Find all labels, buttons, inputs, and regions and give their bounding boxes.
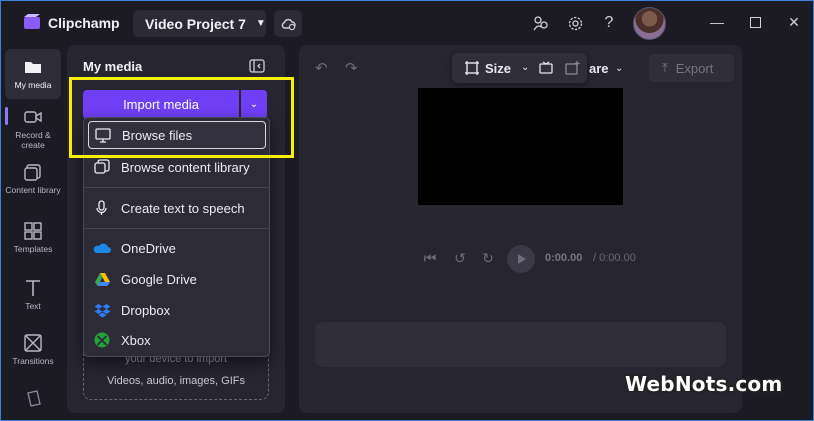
app-window: Clipchamp Video Project 7 ▼ ? — ✕ My med… — [0, 0, 814, 421]
chevron-down-icon: ⌄ — [615, 63, 624, 74]
clipchamp-logo-icon — [24, 14, 40, 29]
rewind-5-icon[interactable]: ↺ — [451, 249, 469, 267]
total-time: / 0:00.00 — [593, 252, 636, 264]
transitions-icon — [24, 334, 42, 352]
nav-item-content-library[interactable]: Content library — [5, 162, 61, 206]
menu-item-google-drive[interactable]: Google Drive — [88, 265, 266, 293]
import-media-label: Import media — [123, 97, 199, 112]
project-name-button[interactable]: Video Project 7 ▼ — [133, 10, 266, 37]
close-icon[interactable]: ✕ — [784, 12, 804, 32]
menu-divider — [84, 187, 269, 188]
menu-item-label: Create text to speech — [121, 200, 245, 216]
menu-item-browse-content-library[interactable]: Browse content library — [88, 153, 266, 181]
cloud-sync-button[interactable] — [274, 10, 302, 37]
xbox-icon — [93, 331, 111, 349]
crop-resize-icon[interactable] — [464, 60, 480, 76]
avatar[interactable] — [633, 7, 666, 40]
help-icon[interactable]: ? — [599, 13, 619, 33]
library-icon — [24, 164, 41, 181]
collapse-panel-icon[interactable] — [249, 59, 265, 73]
left-navigation: My media Record & create Content library… — [1, 45, 65, 421]
playback-controls: ⏮ ↺ ↻ 0:00.00 / 0:00.00 — [299, 245, 742, 273]
minimize-icon[interactable]: — — [707, 12, 727, 32]
monitor-icon — [94, 126, 112, 144]
forward-5-icon[interactable]: ↻ — [479, 249, 497, 267]
import-media-button[interactable]: Import media — [83, 90, 239, 119]
current-time: 0:00.00 — [545, 252, 583, 264]
menu-item-label: Xbox — [121, 332, 151, 348]
video-preview[interactable] — [418, 88, 623, 205]
menu-item-label: OneDrive — [121, 240, 176, 256]
nav-item-my-media[interactable]: My media — [5, 49, 61, 99]
maximize-icon[interactable] — [745, 12, 765, 32]
background-icon[interactable] — [538, 60, 554, 76]
nav-label: My media — [14, 80, 52, 90]
camera-icon — [24, 111, 42, 123]
menu-item-label: Dropbox — [121, 302, 171, 318]
size-label[interactable]: Size — [485, 61, 511, 76]
share-label[interactable]: are — [589, 61, 609, 76]
editor-panel: ↶ ↷ Size ⌄ are ⌄ ⤒ Export ⏮ ↺ ↻ 0:00.00 … — [299, 45, 742, 413]
import-options-button[interactable]: ⌄ — [241, 90, 267, 119]
brand-kit-icon[interactable] — [25, 389, 43, 407]
menu-item-text-to-speech[interactable]: Create text to speech — [88, 194, 266, 222]
drop-zone-formats: Videos, audio, images, GIFs — [107, 375, 245, 387]
nav-label: Content library — [5, 185, 61, 195]
microphone-icon — [93, 199, 111, 217]
watermark: WebNots.com — [625, 372, 783, 396]
add-image-icon[interactable] — [565, 60, 581, 76]
project-name: Video Project 7 — [145, 15, 246, 32]
text-icon — [26, 280, 40, 296]
nav-label: Templates — [13, 244, 53, 254]
export-label: Export — [675, 60, 714, 76]
nav-label: Transitions — [12, 356, 54, 366]
chevron-down-icon: ⌄ — [521, 62, 530, 73]
canvas-toolbar: Size ⌄ — [452, 53, 587, 83]
app-name: Clipchamp — [48, 15, 120, 31]
chevron-down-icon: ⌄ — [249, 99, 259, 110]
timeline-track[interactable] — [315, 322, 726, 367]
nav-item-record-create[interactable]: Record & create — [5, 107, 61, 151]
redo-icon[interactable]: ↷ — [345, 59, 358, 77]
menu-divider — [84, 228, 269, 229]
nav-label: Record & create — [15, 130, 51, 150]
menu-item-onedrive[interactable]: OneDrive — [88, 234, 266, 262]
onedrive-icon — [93, 239, 111, 257]
export-button[interactable]: ⤒ Export — [649, 54, 734, 82]
nav-item-templates[interactable]: Templates — [5, 221, 61, 261]
gear-icon[interactable] — [565, 13, 585, 33]
menu-item-dropbox[interactable]: Dropbox — [88, 296, 266, 324]
menu-item-label: Browse content library — [121, 159, 250, 175]
panel-title: My media — [83, 59, 143, 74]
dropbox-icon — [93, 301, 111, 319]
nav-item-transitions[interactable]: Transitions — [5, 333, 61, 373]
google-drive-icon — [93, 270, 111, 288]
folder-icon — [25, 62, 41, 73]
share-people-icon[interactable] — [530, 13, 550, 33]
nav-item-text[interactable]: Text — [5, 278, 61, 318]
menu-item-xbox[interactable]: Xbox — [88, 326, 266, 354]
title-bar: Clipchamp Video Project 7 ▼ ? — ✕ — [1, 1, 814, 45]
menu-item-label: Browse files — [122, 127, 193, 143]
library-icon — [93, 158, 111, 176]
menu-item-label: Google Drive — [121, 271, 197, 287]
skip-back-icon[interactable]: ⏮ — [421, 249, 439, 267]
menu-item-browse-files[interactable]: Browse files — [88, 121, 266, 149]
play-icon — [518, 254, 526, 264]
templates-icon — [24, 222, 42, 240]
cloud-sync-icon — [281, 18, 296, 30]
play-button[interactable] — [507, 245, 535, 273]
nav-label: Text — [25, 301, 41, 311]
import-menu: Browse files Browse content library Crea… — [83, 117, 270, 357]
upload-icon: ⤒ — [662, 60, 668, 75]
undo-icon[interactable]: ↶ — [315, 59, 328, 77]
caret-down-icon: ▼ — [255, 18, 266, 29]
